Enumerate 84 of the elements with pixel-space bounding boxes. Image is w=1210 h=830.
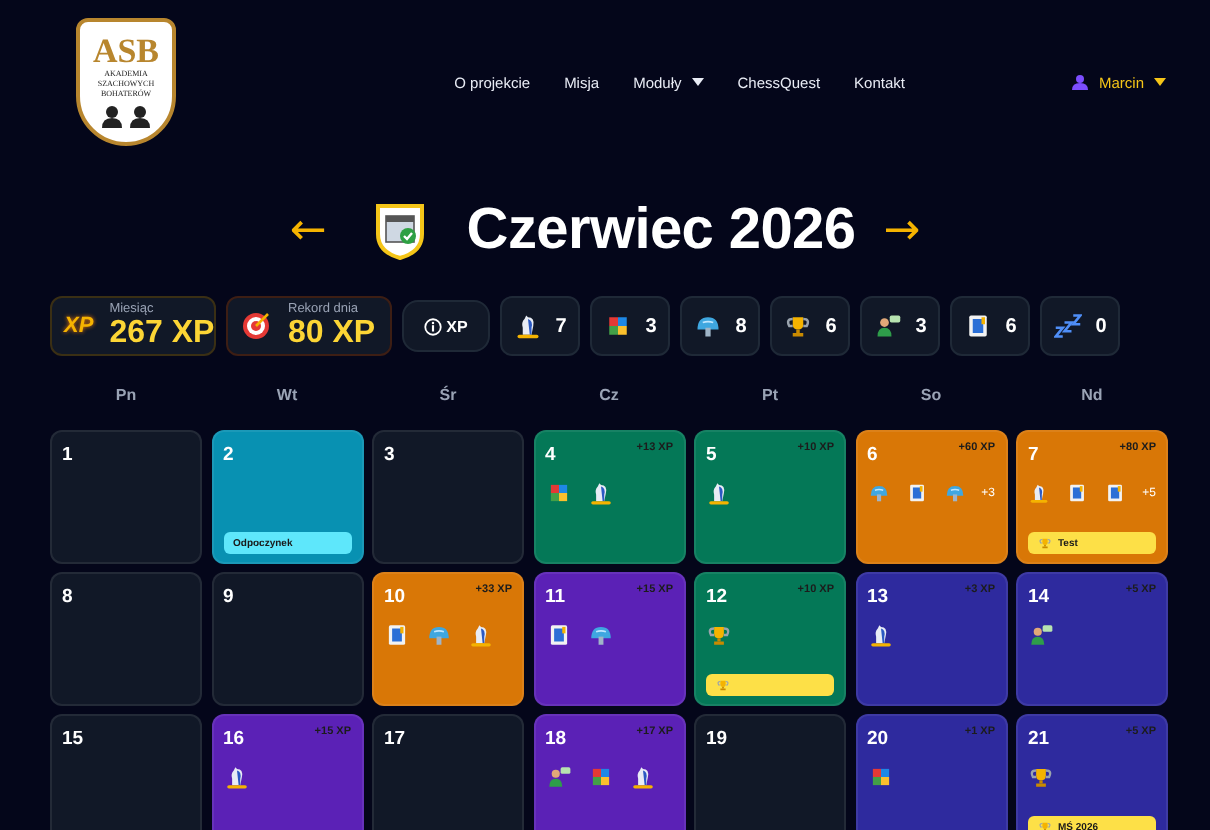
counter-value: 7 <box>555 315 567 337</box>
month-title: Czerwiec 2026 <box>466 197 856 263</box>
knight-icon <box>1028 480 1051 506</box>
weekday-label: Pn <box>113 386 139 408</box>
weekday-label: Wt <box>274 386 300 408</box>
trophy-icon <box>706 622 732 648</box>
day-number: 21 <box>1028 728 1050 750</box>
day-number: 17 <box>384 728 406 750</box>
knight-icon <box>587 480 613 506</box>
sleep-icon <box>1053 312 1082 340</box>
counter-value: 3 <box>915 315 927 337</box>
knight-icon <box>513 312 542 340</box>
event-tag[interactable] <box>706 674 834 696</box>
previous-month-button[interactable]: ← <box>289 205 327 255</box>
person-chat-icon <box>545 764 571 790</box>
user-icon <box>1072 74 1089 90</box>
day-number: 5 <box>706 444 717 466</box>
day-number: 6 <box>867 444 878 466</box>
day-number: 20 <box>867 728 889 750</box>
day-number: 14 <box>1028 586 1050 608</box>
knight-icon <box>867 622 893 648</box>
xp-label: XP <box>64 314 94 338</box>
calendar-badge-icon <box>374 200 427 260</box>
trophy-icon <box>716 678 730 692</box>
day-number: 18 <box>545 728 567 750</box>
weekday-label: Pt <box>760 386 780 408</box>
empty-day-cell[interactable]: 9 <box>211 572 363 706</box>
target-icon <box>240 310 272 342</box>
day-number: 3 <box>384 444 395 466</box>
empty-day-cell[interactable]: 17 <box>372 714 524 830</box>
day-number: 13 <box>867 586 889 608</box>
xp-info-button[interactable]: XP <box>402 300 490 352</box>
next-month-button[interactable]: → <box>883 205 921 255</box>
card-icon <box>963 312 992 340</box>
trophy-icon <box>1028 764 1054 790</box>
puzzle-icon <box>587 764 613 790</box>
stat-value: 80 XP <box>288 316 376 350</box>
weekday-label: Cz <box>597 386 621 408</box>
puzzle-icon <box>545 480 571 506</box>
empty-day-cell[interactable]: 19 <box>694 714 846 830</box>
day-number: 12 <box>706 586 728 608</box>
day-number: 19 <box>706 728 728 750</box>
weekday-label: So <box>918 386 944 408</box>
weekday-label: Nd <box>1079 386 1105 408</box>
knight-icon <box>629 764 655 790</box>
stat-value: 267 XP <box>109 316 215 350</box>
knight-icon <box>223 764 249 790</box>
caret-icon <box>1154 78 1166 86</box>
day-number: 7 <box>1028 444 1039 466</box>
card-icon <box>1066 480 1089 506</box>
puzzle-icon <box>867 764 893 790</box>
card-icon <box>545 622 571 648</box>
counter-value: 3 <box>645 315 657 337</box>
day-number: 8 <box>62 586 73 608</box>
empty-day-cell[interactable]: 8 <box>50 572 202 706</box>
day-number: 1 <box>62 444 73 466</box>
counter-value: 6 <box>825 315 837 337</box>
info-icon <box>424 317 443 335</box>
empty-day-cell[interactable]: 1 <box>50 430 202 564</box>
counter-value: 0 <box>1095 315 1107 337</box>
trophy-icon <box>1038 536 1052 550</box>
knight-icon <box>468 622 494 648</box>
card-icon <box>384 622 410 648</box>
day-number: 4 <box>545 444 556 466</box>
counter-value: 6 <box>1005 315 1017 337</box>
person-chat-icon <box>1028 622 1054 648</box>
day-number: 2 <box>223 444 234 466</box>
day-number: 11 <box>545 586 566 608</box>
card-icon <box>905 480 928 506</box>
empty-day-cell[interactable]: 15 <box>50 714 202 830</box>
trophy-icon <box>1038 820 1052 830</box>
empty-day-cell[interactable]: 3 <box>372 430 524 564</box>
day-number: 16 <box>223 728 245 750</box>
knight-icon <box>706 480 732 506</box>
card-icon <box>1104 480 1127 506</box>
day-number: 10 <box>384 586 406 608</box>
day-number: 9 <box>223 586 234 608</box>
day-number: 15 <box>62 728 84 750</box>
person-chat-icon <box>873 312 902 340</box>
weekday-label: Śr <box>437 386 459 408</box>
caret-icon <box>691 78 704 86</box>
trophy-icon <box>783 312 812 340</box>
puzzle-icon <box>603 312 632 340</box>
counter-value: 8 <box>735 315 747 337</box>
